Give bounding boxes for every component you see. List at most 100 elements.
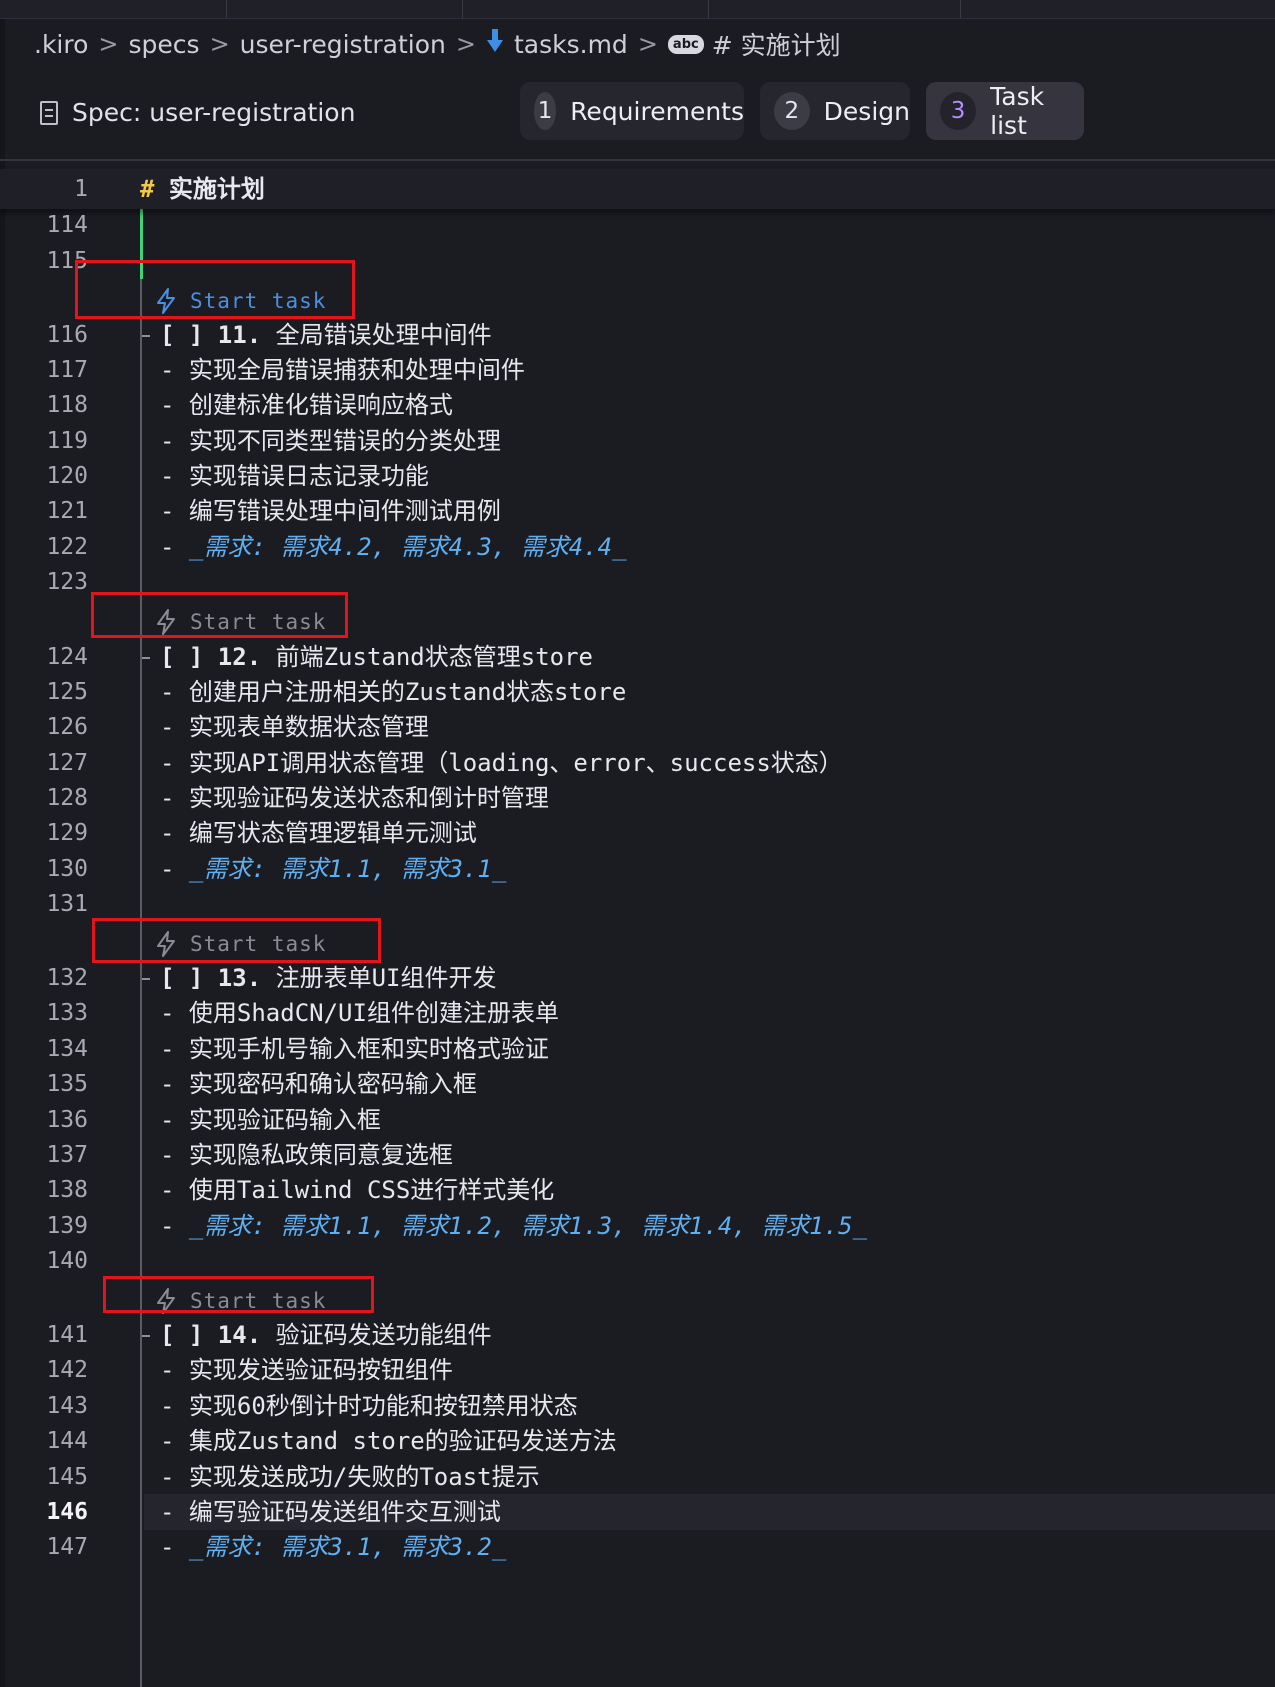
list-item-line[interactable]: - 创建标准化错误响应格式 [160, 388, 453, 422]
start-task-label: Start task [190, 610, 327, 634]
list-dash: - [160, 497, 189, 525]
list-item-line[interactable]: - 使用Tailwind CSS进行样式美化 [160, 1173, 554, 1207]
list-item-line[interactable]: - 实现API调用状态管理（loading、error、success状态） [160, 746, 843, 780]
line-number: 116 [46, 322, 88, 348]
list-item-line[interactable]: - 编写验证码发送组件交互测试 [160, 1495, 501, 1529]
start-task-codelens[interactable]: Start task [154, 929, 326, 959]
line-number: 1 [74, 176, 88, 202]
tab-task-list[interactable]: 3 Task list [926, 82, 1084, 140]
abc-symbol-icon: abc [667, 34, 704, 54]
list-item-line[interactable]: - _需求: 需求1.1, 需求3.1_ [160, 852, 506, 886]
tab-design[interactable]: 2 Design [760, 82, 910, 140]
start-task-label: Start task [190, 932, 327, 956]
list-item-line[interactable]: - 集成Zustand store的验证码发送方法 [160, 1424, 617, 1458]
step-number: 1 [534, 92, 557, 130]
line-number: 124 [46, 644, 88, 670]
task-line[interactable]: [ ] 12. 前端Zustand状态管理store [160, 640, 593, 674]
editor-tab[interactable] [462, 0, 709, 18]
list-item-line[interactable]: - 实现验证码输入框 [160, 1103, 381, 1137]
list-dash: - [160, 855, 189, 883]
editor-tab[interactable] [960, 0, 1275, 18]
list-dash: - [160, 1533, 189, 1561]
breadcrumb-item-user-registration[interactable]: user-registration [240, 30, 446, 59]
fold-marker[interactable] [142, 1335, 150, 1337]
list-dash: - [160, 1463, 189, 1491]
list-item-line[interactable]: - 实现60秒倒计时功能和按钮禁用状态 [160, 1389, 578, 1423]
git-added-indicator [140, 201, 143, 279]
line-number: 142 [46, 1357, 88, 1383]
line-number: 131 [46, 891, 88, 917]
list-item-text: 实现60秒倒计时功能和按钮禁用状态 [188, 1392, 578, 1420]
list-dash: - [160, 1070, 189, 1098]
list-dash: - [160, 784, 189, 812]
start-task-label: Start task [190, 1289, 327, 1313]
task-checkbox[interactable]: [ ] [160, 1321, 203, 1349]
list-item-line[interactable]: - 使用ShadCN/UI组件创建注册表单 [160, 996, 559, 1030]
list-item-line[interactable]: - 实现隐私政策同意复选框 [160, 1138, 453, 1172]
list-dash: - [160, 713, 189, 741]
task-checkbox[interactable]: [ ] [160, 964, 203, 992]
breadcrumb-separator: > [209, 30, 230, 58]
list-dash: - [160, 819, 189, 847]
task-line[interactable]: [ ] 11. 全局错误处理中间件 [160, 318, 492, 352]
line-number: 146 [46, 1499, 88, 1525]
step-number: 3 [940, 92, 977, 130]
task-title: 全局错误处理中间件 [261, 321, 492, 349]
tab-requirements[interactable]: 1 Requirements [520, 82, 744, 140]
line-number: 141 [46, 1322, 88, 1348]
list-item-line[interactable]: - 实现错误日志记录功能 [160, 459, 429, 493]
requirement-reference[interactable]: _需求: 需求4.2, 需求4.3, 需求4.4_ [189, 533, 627, 561]
editor-tab[interactable] [226, 0, 463, 18]
list-item-line[interactable]: - 实现发送成功/失败的Toast提示 [160, 1460, 540, 1494]
requirement-reference[interactable]: _需求: 需求1.1, 需求3.1_ [189, 855, 506, 883]
breadcrumb-item-symbol[interactable]: # 实施计划 [712, 26, 841, 62]
list-item-line[interactable]: - _需求: 需求1.1, 需求1.2, 需求1.3, 需求1.4, 需求1.5… [160, 1209, 867, 1243]
list-item-line[interactable]: - 实现发送验证码按钮组件 [160, 1353, 453, 1387]
list-item-text: 实现错误日志记录功能 [188, 462, 429, 490]
list-item-line[interactable]: - 实现表单数据状态管理 [160, 710, 429, 744]
fold-marker[interactable] [142, 335, 150, 337]
fold-marker[interactable] [142, 978, 150, 980]
breadcrumb-item-kiro[interactable]: .kiro [34, 30, 88, 59]
list-dash: - [160, 462, 189, 490]
task-checkbox[interactable]: [ ] [160, 643, 203, 671]
list-item-line[interactable]: - 创建用户注册相关的Zustand状态store [160, 675, 626, 709]
list-item-line[interactable]: - 编写状态管理逻辑单元测试 [160, 816, 477, 850]
list-item-text: 使用Tailwind CSS进行样式美化 [188, 1176, 555, 1204]
task-line[interactable]: [ ] 14. 验证码发送功能组件 [160, 1318, 492, 1352]
sticky-scroll-heading[interactable]: 1 # 实施计划 [0, 169, 1275, 209]
start-task-codelens[interactable]: Start task [154, 1286, 326, 1316]
line-number: 137 [46, 1142, 88, 1168]
list-item-line[interactable]: - 实现不同类型错误的分类处理 [160, 424, 501, 458]
list-dash: - [160, 1498, 189, 1526]
list-item-line[interactable]: - _需求: 需求4.2, 需求4.3, 需求4.4_ [160, 530, 627, 564]
list-item-line[interactable]: - _需求: 需求3.1, 需求3.2_ [160, 1530, 506, 1564]
list-item-text: 实现密码和确认密码输入框 [188, 1070, 477, 1098]
task-line[interactable]: [ ] 13. 注册表单UI组件开发 [160, 961, 497, 995]
task-checkbox[interactable]: [ ] [160, 321, 203, 349]
list-item-line[interactable]: - 编写错误处理中间件测试用例 [160, 494, 501, 528]
breadcrumb-item-file[interactable]: tasks.md [514, 30, 628, 59]
line-number: 143 [46, 1393, 88, 1419]
list-item-line[interactable]: - 实现全局错误捕获和处理中间件 [160, 353, 525, 387]
list-item-line[interactable]: - 实现验证码发送状态和倒计时管理 [160, 781, 549, 815]
list-item-line[interactable]: - 实现密码和确认密码输入框 [160, 1067, 477, 1101]
step-number: 2 [774, 92, 810, 130]
list-dash: - [160, 533, 189, 561]
list-item-text: 创建标准化错误响应格式 [188, 391, 453, 419]
list-item-line[interactable]: - 实现手机号输入框和实时格式验证 [160, 1032, 549, 1066]
list-item-text: 实现验证码发送状态和倒计时管理 [188, 784, 549, 812]
lightning-bolt-icon [154, 288, 178, 314]
start-task-codelens[interactable]: Start task [154, 607, 326, 637]
breadcrumb-item-specs[interactable]: specs [129, 30, 200, 59]
line-number: 140 [46, 1248, 88, 1274]
editor[interactable]: 1 # 实施计划 Start task Start task Start task S… [0, 161, 1275, 1687]
editor-tab[interactable] [708, 0, 961, 18]
list-item-text: 实现表单数据状态管理 [188, 713, 429, 741]
requirement-reference[interactable]: _需求: 需求1.1, 需求1.2, 需求1.3, 需求1.4, 需求1.5_ [189, 1212, 867, 1240]
start-task-codelens[interactable]: Start task [154, 286, 326, 316]
fold-marker[interactable] [142, 657, 150, 659]
line-number: 144 [46, 1428, 88, 1454]
step-label: Design [823, 96, 910, 126]
requirement-reference[interactable]: _需求: 需求3.1, 需求3.2_ [189, 1533, 506, 1561]
